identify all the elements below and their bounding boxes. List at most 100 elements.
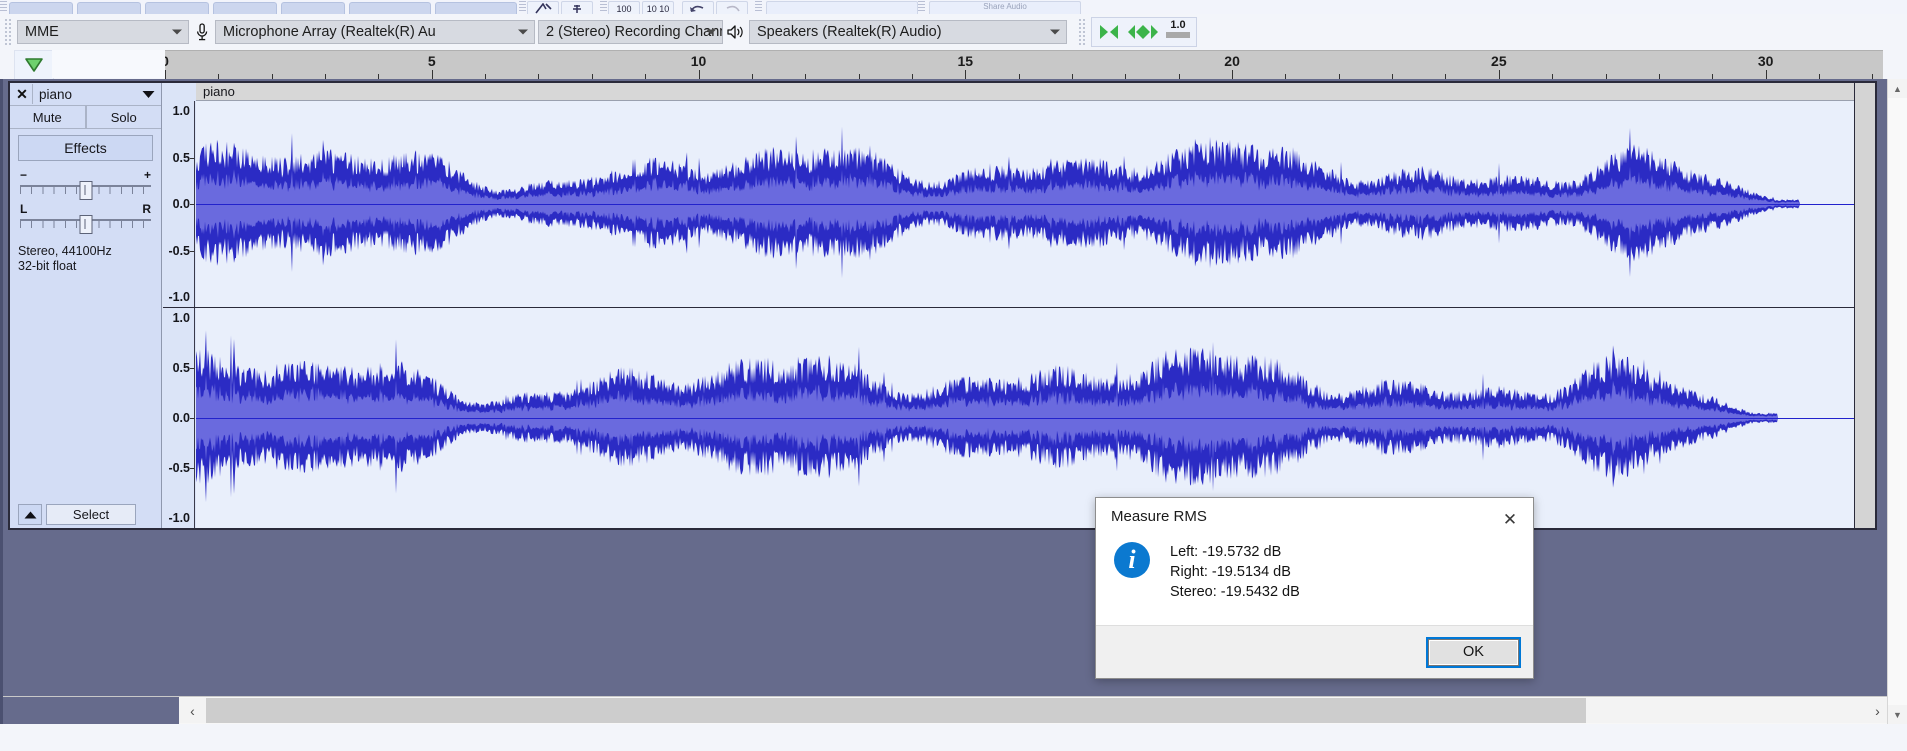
vruler-tick (190, 250, 194, 252)
horizontal-scroll-track[interactable] (206, 698, 1864, 723)
scroll-left-button[interactable]: ‹ (179, 698, 206, 723)
track-format-line-2: 32-bit float (18, 259, 77, 273)
pinned-play-head-icon[interactable] (14, 50, 54, 80)
vruler-label: -1.0 (168, 511, 190, 525)
rms-stereo-value: Stereo: -19.5432 dB (1170, 584, 1300, 600)
mute-solo-row: Mute Solo (10, 106, 161, 129)
gain-slider[interactable]: − + (20, 168, 151, 200)
dialog-message: Left: -19.5732 dB Right: -19.5134 dB Ste… (1170, 542, 1300, 602)
audio-host-select[interactable]: MME (17, 19, 189, 44)
pan-slider[interactable]: L R (20, 203, 151, 234)
track-title-bar: ✕ piano (10, 83, 161, 106)
dialog-footer: OK (1096, 625, 1533, 678)
ok-button[interactable]: OK (1426, 636, 1521, 668)
loop-play-icon[interactable] (1124, 18, 1162, 45)
scroll-down-button[interactable]: ▼ (1888, 705, 1907, 724)
envelope-tool-icon[interactable] (527, 1, 559, 14)
playback-speed-bar (1166, 31, 1190, 38)
rms-left-value: Left: -19.5732 dB (1170, 544, 1282, 560)
vruler-label: -1.0 (168, 290, 190, 304)
scroll-up-button[interactable]: ▲ (1888, 79, 1907, 98)
vertical-ruler-left[interactable]: 1.0 0.5 0.0 -0.5 -1.0 (163, 101, 195, 307)
track-frame: ✕ piano Mute Solo Effects − + L R Stereo… (8, 81, 1877, 530)
transport-button-clipped[interactable] (349, 2, 431, 14)
playback-device-select[interactable]: Speakers (Realtek(R) Audio) (749, 19, 1067, 44)
chevron-down-icon (518, 29, 528, 34)
collapse-up-icon[interactable] (18, 504, 42, 525)
edit-toolbar-grip[interactable] (600, 0, 607, 14)
zoom-normal-icon[interactable]: 100 (608, 1, 640, 14)
ruler-major-tick (1232, 70, 1234, 79)
play-at-speed-toolbar-grip[interactable] (1077, 18, 1086, 45)
track-control-panel: ✕ piano Mute Solo Effects − + L R Stereo… (10, 83, 162, 528)
waveform-channel-right[interactable] (196, 308, 1875, 528)
transport-button-clipped[interactable] (213, 2, 277, 14)
track-right-margin (1854, 83, 1875, 528)
mute-button[interactable]: Mute (10, 106, 86, 128)
vruler-tick (190, 157, 194, 159)
transport-button-clipped[interactable] (9, 2, 73, 14)
track-name-label[interactable]: piano (33, 87, 137, 102)
zoom-fit-icon[interactable]: 10 10 (642, 1, 674, 14)
select-track-button[interactable]: Select (46, 504, 136, 525)
audio-host-value: MME (25, 23, 59, 40)
zero-amplitude-line (196, 418, 1875, 419)
waveform-channel-left[interactable] (196, 101, 1875, 307)
multi-tool-icon[interactable] (561, 1, 593, 14)
play-at-speed-icon[interactable] (1094, 18, 1124, 45)
ruler-major-tick (698, 70, 700, 79)
share-toolbar-grip[interactable] (918, 0, 925, 14)
close-icon[interactable]: ✕ (1493, 508, 1527, 532)
vruler-label: -0.5 (168, 461, 190, 475)
gain-max-label: + (143, 168, 151, 182)
ruler-label: 10 (690, 53, 707, 69)
chevron-down-icon (172, 29, 182, 34)
solo-button[interactable]: Solo (85, 106, 161, 128)
rms-right-value: Right: -19.5134 dB (1170, 564, 1291, 580)
ruler-major-tick (431, 70, 433, 79)
track-canvas-area[interactable]: ✕ piano Mute Solo Effects − + L R Stereo… (0, 79, 1891, 724)
transport-button-clipped[interactable] (435, 2, 517, 14)
undo-icon[interactable] (682, 1, 714, 14)
vruler-tick (190, 468, 194, 469)
track-format-line-1: Stereo, 44100Hz (18, 244, 112, 258)
microphone-icon (189, 20, 215, 44)
share-audio-button[interactable]: Share Audio (929, 1, 1081, 14)
transport-button-clipped[interactable] (281, 2, 345, 14)
tools-toolbar-grip[interactable] (519, 0, 526, 14)
ruler-major-tick (1498, 70, 1500, 79)
meter-toolbar-grip[interactable] (755, 0, 762, 14)
timeline-ruler[interactable]: 0 5 10 15 20 25 30 (165, 50, 1883, 79)
close-track-button[interactable]: ✕ (12, 84, 33, 104)
recording-meter-clipped[interactable] (766, 1, 918, 14)
horizontal-scrollbar[interactable]: ‹ › (3, 696, 1891, 724)
vertical-scroll-track[interactable] (1888, 98, 1907, 705)
play-at-speed-toolbar: 1.0 (1091, 16, 1197, 47)
vruler-label: 1.0 (172, 311, 190, 325)
vertical-scrollbar[interactable]: ▲ ▼ (1887, 79, 1907, 724)
redo-icon[interactable] (716, 1, 748, 14)
effects-button[interactable]: Effects (18, 135, 153, 161)
toolbar-grip[interactable] (0, 0, 7, 14)
horizontal-scroll-thumb[interactable] (206, 698, 1586, 723)
audacity-window: 100 10 10 Share Audio MME Microphone Arr… (0, 0, 1907, 751)
device-toolbar-grip[interactable] (3, 18, 12, 45)
vruler-label: 0.5 (172, 361, 190, 375)
track-menu-button[interactable] (137, 90, 159, 99)
pan-slider-thumb[interactable] (79, 215, 92, 234)
recording-device-value: Microphone Array (Realtek(R) Au (223, 23, 436, 40)
transport-button-clipped[interactable] (77, 2, 141, 14)
gain-slider-thumb[interactable] (79, 181, 92, 200)
recording-device-select[interactable]: Microphone Array (Realtek(R) Au (215, 19, 535, 44)
dialog-title-bar: Measure RMS ✕ (1096, 498, 1533, 532)
recording-channels-select[interactable]: 2 (Stereo) Recording Chann (538, 19, 723, 44)
playback-speed-slider[interactable]: 1.0 (1162, 18, 1194, 45)
vertical-ruler-right[interactable]: 1.0 0.5 0.0 -0.5 -1.0 (163, 308, 195, 528)
ruler-label: 5 (427, 53, 436, 69)
vruler-label: 1.0 (172, 104, 190, 118)
vruler-tick (190, 368, 194, 369)
ruler-major-tick (1765, 70, 1767, 79)
clip-title-bar[interactable]: piano (196, 83, 1875, 101)
transport-button-clipped[interactable] (145, 2, 209, 14)
ruler-major-tick (965, 70, 967, 79)
